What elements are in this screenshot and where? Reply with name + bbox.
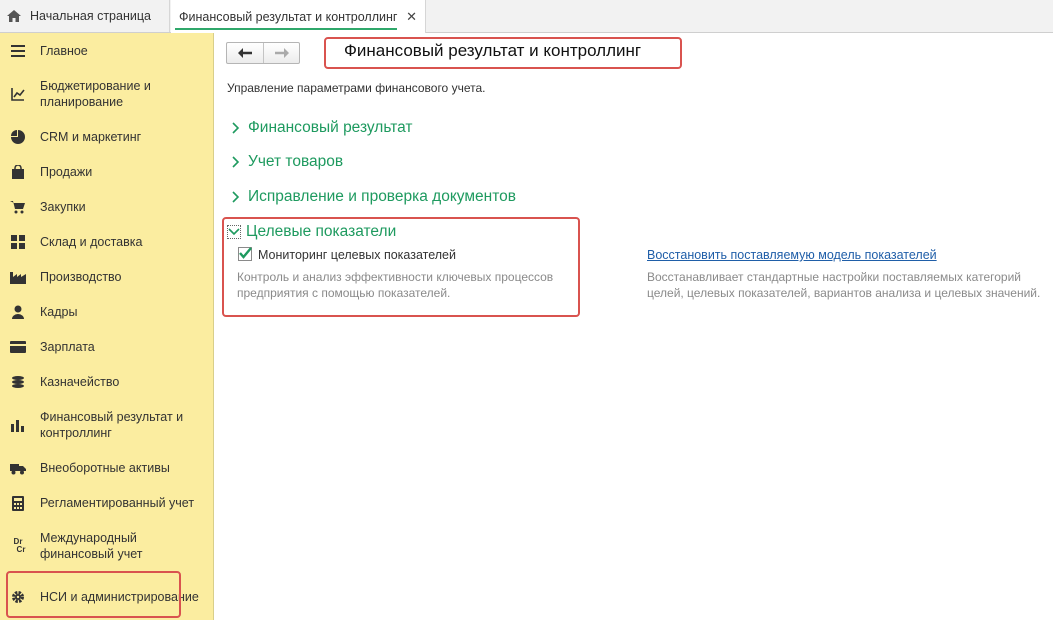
sidebar-item-label: Регламентированный учет: [40, 496, 195, 510]
home-icon: [7, 10, 21, 22]
menu-icon: [10, 43, 26, 59]
chevron-right-icon: [232, 156, 240, 168]
forward-button[interactable]: [263, 43, 299, 63]
sidebar-item-regulated-accounting[interactable]: Регламентированный учет: [0, 494, 214, 512]
chevron-right-icon: [232, 191, 240, 203]
sidebar-item-budgeting[interactable]: Бюджетирование и планирование: [0, 77, 214, 111]
card-icon: [10, 339, 26, 355]
cart-icon: [10, 199, 26, 215]
truck-icon: [10, 460, 26, 476]
sidebar-item-financial-result[interactable]: Финансовый результат и контроллинг: [0, 408, 214, 442]
tab-active-label: Финансовый результат и контроллинг: [179, 9, 398, 24]
group-document-correction[interactable]: Исправление и проверка документов: [230, 188, 516, 206]
coins-icon: [10, 374, 26, 390]
tab-financial-result[interactable]: Финансовый результат и контроллинг ✕: [171, 0, 426, 33]
group-label: Исправление и проверка документов: [248, 188, 516, 205]
sidebar-item-label: Кадры: [40, 305, 78, 319]
sidebar-item-label: Продажи: [40, 165, 93, 179]
close-icon[interactable]: ✕: [406, 9, 417, 25]
sidebar-item-label: Финансовый результат и контроллинг: [40, 410, 184, 440]
sidebar-item-label: Бюджетирование и планирование: [40, 79, 151, 109]
sidebar: Главное Бюджетирование и планирование CR…: [0, 33, 214, 620]
tab-home-label: Начальная страница: [30, 9, 151, 23]
chevron-right-icon: [232, 122, 240, 134]
sidebar-item-label: Главное: [40, 44, 88, 58]
sidebar-item-label: CRM и маркетинг: [40, 130, 142, 144]
sidebar-item-label: Внеоборотные активы: [40, 461, 170, 475]
sidebar-item-label: Закупки: [40, 200, 86, 214]
sidebar-item-sales[interactable]: Продажи: [0, 163, 214, 181]
history-nav: [226, 42, 300, 64]
sidebar-item-salary[interactable]: Зарплата: [0, 338, 214, 356]
monitoring-checkbox[interactable]: [238, 247, 252, 261]
tab-home[interactable]: Начальная страница: [0, 0, 170, 32]
group-financial-result[interactable]: Финансовый результат: [230, 119, 413, 137]
sidebar-item-treasury[interactable]: Казначейство: [0, 373, 214, 391]
sidebar-item-purchases[interactable]: Закупки: [0, 198, 214, 216]
page-description: Управление параметрами финансового учета…: [227, 81, 486, 95]
group-goods-accounting[interactable]: Учет товаров: [230, 153, 343, 171]
pie-chart-icon: [10, 129, 26, 145]
person-icon: [10, 304, 26, 320]
arrow-right-icon: [274, 48, 289, 58]
monitoring-label[interactable]: Мониторинг целевых показателей: [258, 248, 456, 262]
sidebar-item-warehouse[interactable]: Склад и доставка: [0, 233, 214, 251]
group-label: Финансовый результат: [248, 119, 413, 136]
sidebar-item-crm[interactable]: CRM и маркетинг: [0, 128, 214, 146]
arrow-left-icon: [238, 48, 252, 58]
sidebar-item-production[interactable]: Производство: [0, 268, 214, 286]
tab-active-underline: [175, 28, 397, 30]
group-label: Учет товаров: [248, 153, 344, 170]
restore-model-link[interactable]: Восстановить поставляемую модель показат…: [647, 248, 937, 262]
sidebar-item-fixed-assets[interactable]: Внеоборотные активы: [0, 459, 214, 477]
bar-chart-icon: [10, 417, 26, 433]
calculator-icon: [10, 495, 26, 511]
warehouse-icon: [10, 234, 26, 250]
sidebar-item-label: Производство: [40, 270, 122, 284]
cr-glyph: Cr: [16, 545, 26, 554]
page-title: Финансовый результат и контроллинг: [344, 41, 642, 60]
back-button[interactable]: [227, 43, 263, 63]
dr-cr-icon: Dr Cr: [10, 537, 26, 555]
chevron-down-icon: [227, 225, 241, 239]
sidebar-item-international-accounting[interactable]: Dr Cr Международный финансовый учет: [0, 529, 214, 563]
factory-icon: [10, 269, 26, 285]
restore-model-hint: Восстанавливает стандартные настройки по…: [647, 270, 1041, 300]
highlight-frame-nsi: [6, 571, 181, 618]
group-label: Целевые показатели: [246, 223, 397, 240]
sidebar-item-main[interactable]: Главное: [0, 42, 214, 60]
check-icon: [239, 247, 252, 259]
sidebar-item-label: Казначейство: [40, 375, 120, 389]
shopping-bag-icon: [10, 164, 26, 180]
sidebar-item-label: Зарплата: [40, 340, 95, 354]
monitoring-hint: Контроль и анализ эффективности ключевых…: [237, 270, 554, 300]
tab-bar: Начальная страница Финансовый результат …: [0, 0, 1053, 33]
sidebar-item-hr[interactable]: Кадры: [0, 303, 214, 321]
sidebar-item-label: Склад и доставка: [40, 235, 143, 249]
group-target-indicators[interactable]: Целевые показатели: [227, 223, 396, 241]
sidebar-item-label: Международный финансовый учет: [40, 531, 143, 561]
budget-icon: [10, 86, 26, 102]
